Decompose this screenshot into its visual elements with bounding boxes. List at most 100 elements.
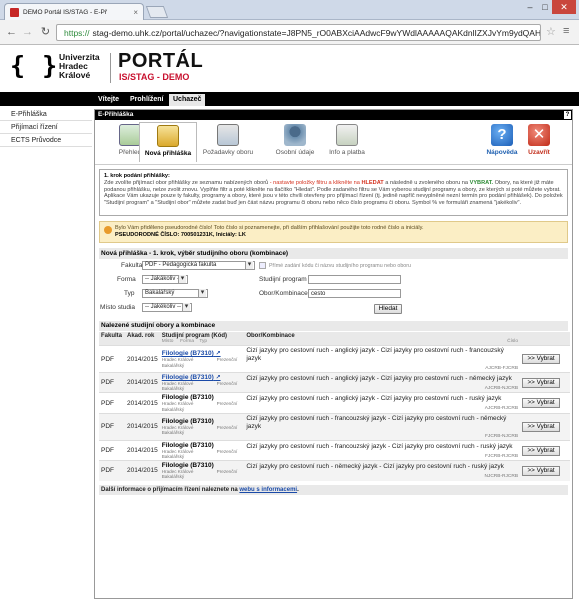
cell-action: >> Vybrat	[520, 460, 570, 481]
maximize-button[interactable]: □	[538, 0, 552, 14]
cell-akad-rok: 2014/2015	[124, 439, 160, 461]
typ-label: Typ	[124, 290, 135, 297]
fakulta-select[interactable]: PDF - Pedagogická fakulta	[142, 261, 255, 270]
uzavrit-button[interactable]: ✕ Uzavřít	[510, 122, 568, 162]
cell-fakulta: PDF	[99, 439, 125, 461]
footer-info: Další informace o přijímacím řízení nale…	[99, 484, 568, 495]
pane-help-button[interactable]: ?	[564, 111, 571, 119]
pane-title: E-Přihláška	[98, 111, 134, 118]
portal-title: PORTÁL	[118, 50, 204, 72]
cell-program: Filologie (B7310) Hradec Králové Prezenčn…	[159, 439, 245, 461]
address-bar[interactable]: https:// stag-demo.uhk.cz/portal/uchazec…	[56, 24, 541, 41]
step-info-platba[interactable]: Info a platba	[318, 122, 376, 162]
step-osobni-udaje[interactable]: Osobní údaje	[266, 122, 324, 162]
site-header: { } Univerzita Hradec Králové PORTÁL IS/…	[0, 45, 579, 91]
program-name[interactable]: Filologie (B7310) ↗	[162, 374, 243, 381]
results-section-title: Nalezené studijní obory a kombinace	[99, 321, 568, 331]
browser-menu-icon[interactable]: ≡	[563, 25, 569, 37]
url-text: stag-demo.uhk.cz/portal/uchazec/?navigat…	[92, 27, 541, 38]
select-button[interactable]: >> Vybrat	[522, 465, 561, 476]
program-meta: Hradec Králové Prezenční Bakalářský	[161, 401, 238, 412]
step-nova-prihlaska[interactable]: Nová přihláška	[139, 122, 197, 162]
pane-header: E-Přihláška ?	[95, 110, 572, 120]
table-row: PDF 2014/2015 Filologie (B7310) Hradec Král…	[99, 439, 570, 461]
typ-select[interactable]: Bakalářský	[142, 289, 208, 298]
table-row: PDF 2014/2015 Filologie (B7310) ↗ Hradec Kr…	[99, 345, 570, 373]
window-close-button[interactable]: ✕	[552, 0, 576, 14]
cell-action: >> Vybrat	[520, 371, 570, 393]
info-web-link[interactable]: webu s informacemi	[239, 487, 297, 493]
close-icon: ✕	[528, 124, 550, 146]
cell-program: Filologie (B7310) ↗ Hradec Králové Prezen…	[159, 345, 245, 373]
select-button[interactable]: >> Vybrat	[522, 421, 561, 432]
cell-action: >> Vybrat	[520, 412, 570, 441]
obor-input[interactable]	[308, 289, 401, 298]
program-input[interactable]	[308, 275, 401, 284]
program-name: Filologie (B7310)	[161, 394, 214, 402]
cell-akad-rok: 2014/2015	[124, 371, 160, 393]
select-button[interactable]: >> Vybrat	[522, 354, 561, 364]
col-akad-rok: Akad. rok	[124, 332, 160, 346]
reload-icon[interactable]: ↻	[38, 25, 53, 40]
bookmark-star-icon[interactable]: ☆	[546, 25, 556, 38]
forma-select[interactable]: -- Jakákoliv --	[142, 275, 188, 284]
url-scheme: https://	[64, 27, 90, 38]
fakulta-hint: Přímé zadání kódu či názvu studijního pr…	[269, 263, 411, 269]
select-button[interactable]: >> Vybrat	[522, 377, 561, 388]
paper-icon	[336, 124, 358, 146]
instructions-title: 1. krok podání přihlášky:	[104, 173, 170, 179]
browser-titlebar: DEMO Portál IS/STAG - E-Př × – □ ✕	[0, 0, 579, 20]
browser-tab[interactable]: DEMO Portál IS/STAG - E-Př ×	[4, 3, 144, 20]
sidebar-item-e-prihlaska[interactable]: E-Přihláška	[0, 108, 92, 121]
warning-icon	[104, 226, 112, 234]
program-meta: Hradec Králové Prezenční Bakalářský	[161, 448, 238, 460]
header-divider	[110, 53, 111, 83]
cell-akad-rok: 2014/2015	[124, 412, 160, 441]
sidebar: E-Přihláška Přijímací řízení ECTS Průvod…	[0, 106, 92, 599]
cell-fakulta: PDF	[99, 460, 125, 481]
portal-subtitle: IS/STAG - DEMO	[119, 72, 190, 82]
results-table: Fakulta Akad. rok Studijní program (Kód)…	[99, 332, 570, 481]
cell-akad-rok: 2014/2015	[124, 345, 160, 373]
user-icon	[284, 124, 306, 146]
misto-label: Místo studia	[100, 304, 136, 311]
cell-fakulta: PDF	[99, 392, 125, 414]
new-tab-button[interactable]	[145, 6, 169, 18]
program-name: Filologie (B7310)	[161, 441, 214, 449]
site: { } Univerzita Hradec Králové PORTÁL IS/…	[0, 45, 579, 599]
minimize-button[interactable]: –	[523, 0, 537, 14]
cell-obor: Cizí jazyky pro cestovní ruch - anglický…	[244, 392, 521, 414]
nav-prohlizeni[interactable]: Prohlížení	[126, 94, 167, 106]
table-row: PDF 2014/2015 Filologie (B7310) Hradec Král…	[99, 392, 570, 414]
program-name: Filologie (B7310)	[161, 462, 214, 470]
search-button[interactable]: Hledat	[374, 304, 402, 314]
cell-program: Filologie (B7310) ↗ Hradec Králové Prezen…	[159, 371, 245, 393]
nav-uchazec[interactable]: Uchazeč	[169, 94, 206, 106]
search-icon	[259, 262, 266, 269]
form-section-title: Nová přihláška - 1. krok, výběr studijní…	[99, 248, 568, 259]
program-name[interactable]: Filologie (B7310) ↗	[162, 350, 243, 357]
sidebar-item-prijimaci-rizeni[interactable]: Přijímací řízení	[0, 121, 92, 134]
misto-select[interactable]: -- Jakékoliv --	[142, 303, 192, 312]
cell-obor: Cizí jazyky pro cestovní ruch - francouz…	[244, 439, 521, 461]
cell-akad-rok: 2014/2015	[124, 392, 160, 414]
cell-program: Filologie (B7310) Hradec Králové Prezenčn…	[159, 412, 245, 441]
tab-close-icon[interactable]: ×	[133, 8, 138, 17]
search-form: Fakulta PDF - Pedagogická fakulta Přímé …	[99, 259, 568, 321]
program-name: Filologie (B7310)	[161, 418, 214, 426]
select-button[interactable]: >> Vybrat	[522, 445, 561, 456]
nav-vitejte[interactable]: Vítejte	[94, 94, 123, 106]
back-icon[interactable]: ←	[4, 25, 19, 40]
step-label: Nová přihláška	[144, 150, 192, 157]
cell-akad-rok: 2014/2015	[124, 460, 160, 481]
sidebar-item-ects[interactable]: ECTS Průvodce	[0, 134, 92, 147]
forward-icon[interactable]: →	[20, 25, 35, 40]
cell-fakulta: PDF	[99, 345, 125, 373]
select-button[interactable]: >> Vybrat	[522, 398, 561, 409]
step-pozadavky-oboru[interactable]: Požadavky oboru	[199, 122, 257, 162]
cell-action: >> Vybrat	[520, 345, 570, 373]
cell-program: Filologie (B7310) Hradec Králové Prezenčn…	[159, 460, 245, 481]
clipboard-icon	[217, 124, 239, 146]
step-label: Osobní údaje	[275, 149, 315, 156]
browser-toolbar: ← → ↻ https:// stag-demo.uhk.cz/portal/u…	[0, 20, 579, 45]
